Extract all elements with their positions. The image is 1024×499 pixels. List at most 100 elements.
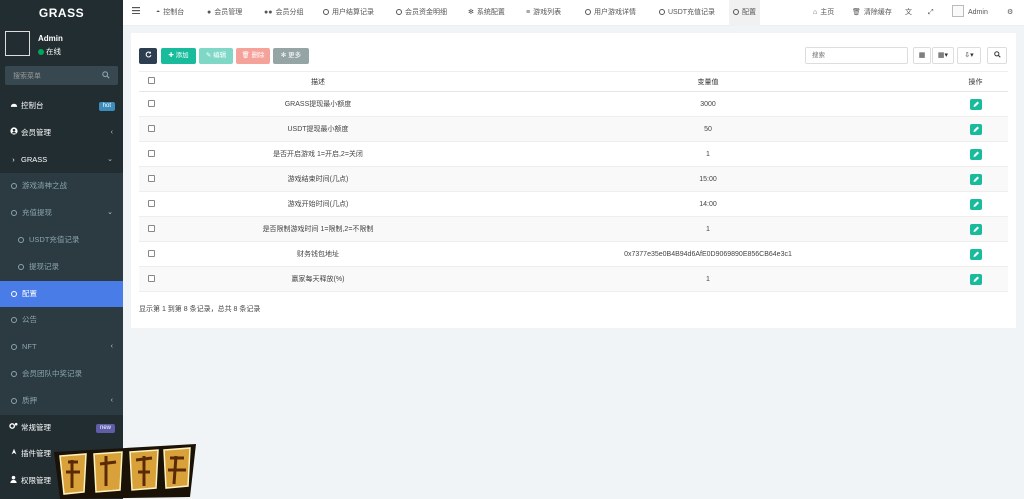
sidebar-item-config[interactable]: 配置 xyxy=(0,280,123,308)
fullscreen-icon[interactable]: ⤢ xyxy=(928,9,934,16)
row-checkbox[interactable] xyxy=(147,274,155,282)
sidebar-item-label: 插件管理 xyxy=(21,449,51,459)
table-row[interactable]: USDT提现最小额度 50 xyxy=(139,116,1008,142)
tab-funds[interactable]: 会员资金明细 xyxy=(396,0,447,26)
more-label: 更多 xyxy=(288,52,302,59)
export-icon: ⇩▾ xyxy=(964,52,974,59)
header-desc[interactable]: 描述 xyxy=(163,71,473,92)
sidebar-item-notice[interactable]: 公告 xyxy=(0,307,123,335)
tab-members[interactable]: ● 会员管理 xyxy=(207,0,242,26)
sidebar-item-grass[interactable]: › GRASS ⌄ xyxy=(0,147,123,174)
search-input[interactable] xyxy=(806,48,907,63)
settings-button[interactable]: ⚙ xyxy=(1007,0,1013,26)
tab-member-groups[interactable]: ●● 会员分组 xyxy=(264,0,303,26)
edit-row-button[interactable] xyxy=(969,223,982,235)
trash-icon: 🗑 xyxy=(241,52,252,59)
edit-row-button[interactable] xyxy=(969,123,982,135)
sidebar-item-usdt-recharge[interactable]: USDT充值记录 xyxy=(0,226,123,254)
language-icon[interactable]: 文 xyxy=(905,9,912,16)
bars-icon[interactable] xyxy=(132,7,140,15)
cogs-icon[interactable]: ⚙ xyxy=(1007,9,1013,16)
sidebar-item-dashboard[interactable]: 控制台 hot xyxy=(0,93,123,120)
row-checkbox[interactable] xyxy=(147,99,155,107)
row-checkbox[interactable] xyxy=(147,174,155,182)
fullscreen-button[interactable]: ⤢ xyxy=(928,0,934,26)
sidebar: GRASS Admin 在线 搜索菜单 控制台 hot 会员管理 ‹ › GRAS… xyxy=(0,0,123,499)
tab-settlement[interactable]: 用户结算记录 xyxy=(323,0,374,26)
sidebar-item-game[interactable]: 游戏清神之战 xyxy=(0,173,123,201)
more-button[interactable]: ✻ 更多 xyxy=(273,48,309,64)
sidebar-item-staking[interactable]: 质押 ‹ xyxy=(0,387,123,415)
language-button[interactable]: 文 xyxy=(905,0,912,26)
tab-usdt-recharge[interactable]: USDT充值记录 xyxy=(659,0,715,26)
row-select-cell xyxy=(139,166,163,192)
edit-row-button[interactable] xyxy=(969,198,982,210)
table-row[interactable]: 是否限制游戏时间 1=限制,2=不限制 1 xyxy=(139,216,1008,242)
user-menu[interactable]: Admin xyxy=(952,0,988,26)
brand-logo[interactable]: GRASS xyxy=(0,0,123,26)
home-link[interactable]: ⌂ 主页 xyxy=(813,0,834,26)
row-desc: 赢家每天释放(%) xyxy=(163,266,473,292)
circle-icon xyxy=(11,183,17,190)
edit-row-button[interactable] xyxy=(969,248,982,260)
tab-game-details[interactable]: 用户游戏详情 xyxy=(585,0,636,26)
add-button[interactable]: ✚ 添加 xyxy=(161,48,196,64)
row-checkbox[interactable] xyxy=(147,249,155,257)
circle-icon xyxy=(11,290,17,297)
row-checkbox[interactable] xyxy=(147,224,155,232)
export-button[interactable]: ⇩▾ xyxy=(957,47,981,64)
edit-button[interactable]: ✎ 编辑 xyxy=(199,48,233,64)
tab-config[interactable]: 配置 xyxy=(729,0,760,26)
tab-game-list[interactable]: ≡ 游戏列表 xyxy=(526,0,561,26)
circle-icon xyxy=(18,263,24,270)
table-row[interactable]: 财务钱包地址 0x7377e35e0B4B94d6AfE0D9069890E856… xyxy=(139,241,1008,267)
toggle-view-button[interactable]: ▦ xyxy=(913,47,931,64)
sidebar-item-nft[interactable]: NFT ‹ xyxy=(0,334,123,361)
row-ops xyxy=(943,216,1008,242)
sidebar-item-general[interactable]: 常规管理 new xyxy=(0,415,123,442)
row-checkbox[interactable] xyxy=(147,149,155,157)
select-all-checkbox[interactable] xyxy=(147,77,155,84)
row-desc: 是否开启游戏 1=开启,2=关闭 xyxy=(163,141,473,167)
edit-row-button[interactable] xyxy=(969,273,982,285)
table-row[interactable]: 赢家每天释放(%) 1 xyxy=(139,266,1008,292)
columns-button[interactable]: ▦▾ xyxy=(932,47,954,64)
edit-row-button[interactable] xyxy=(969,98,982,110)
circle-icon xyxy=(11,397,17,404)
sidebar-item-team-records[interactable]: 会员团队中奖记录 xyxy=(0,360,123,388)
search-button[interactable] xyxy=(987,47,1007,64)
clear-cache-button[interactable]: 🗑 清除缓存 xyxy=(852,0,892,26)
tab-dashboard[interactable]: ◓ 控制台 xyxy=(156,0,184,26)
table-search[interactable] xyxy=(805,47,908,64)
sidebar-item-withdraw-records[interactable]: 提现记录 xyxy=(0,253,123,281)
table-row[interactable]: 游戏结束时间(几点) 15:00 xyxy=(139,166,1008,192)
sidebar-item-label: 会员管理 xyxy=(21,127,51,137)
tab-label: 会员分组 xyxy=(275,9,304,16)
table-row[interactable]: 游戏开始时间(几点) 14:00 xyxy=(139,191,1008,217)
edit-row-button[interactable] xyxy=(969,173,982,185)
row-value: 3000 xyxy=(473,91,943,117)
refresh-button[interactable] xyxy=(139,48,157,64)
tab-label: 配置 xyxy=(742,9,756,16)
search-icon[interactable] xyxy=(102,71,110,81)
sidebar-item-recharge-withdraw[interactable]: 充值提现 ⌄ xyxy=(0,200,123,227)
delete-button[interactable]: 🗑 删除 xyxy=(236,48,270,64)
online-dot-icon xyxy=(38,49,44,55)
row-value: 50 xyxy=(473,116,943,142)
sidebar-item-label: 提现记录 xyxy=(29,261,59,271)
row-checkbox[interactable] xyxy=(147,124,155,132)
sidebar-search[interactable]: 搜索菜单 xyxy=(5,66,118,85)
chevron-left-icon: ‹ xyxy=(110,128,113,136)
edit-row-button[interactable] xyxy=(969,148,982,160)
header-value[interactable]: 变量值 xyxy=(473,71,943,92)
row-select-cell xyxy=(139,266,163,292)
row-checkbox[interactable] xyxy=(147,199,155,207)
table-body: GRASS提现最小额度 3000 USDT提现最小额度 50 是否开启游戏 1=开启,2… xyxy=(139,91,1008,292)
table-row[interactable]: GRASS提现最小额度 3000 xyxy=(139,91,1008,117)
tab-label: 会员管理 xyxy=(214,9,243,16)
sidebar-toggle[interactable] xyxy=(132,0,140,26)
sidebar-item-members[interactable]: 会员管理 ‹ xyxy=(0,120,123,147)
table-row[interactable]: 是否开启游戏 1=开启,2=关闭 1 xyxy=(139,141,1008,167)
sidebar-item-label: 控制台 xyxy=(21,101,44,110)
tab-system-config[interactable]: ✻ 系统配置 xyxy=(468,0,505,26)
